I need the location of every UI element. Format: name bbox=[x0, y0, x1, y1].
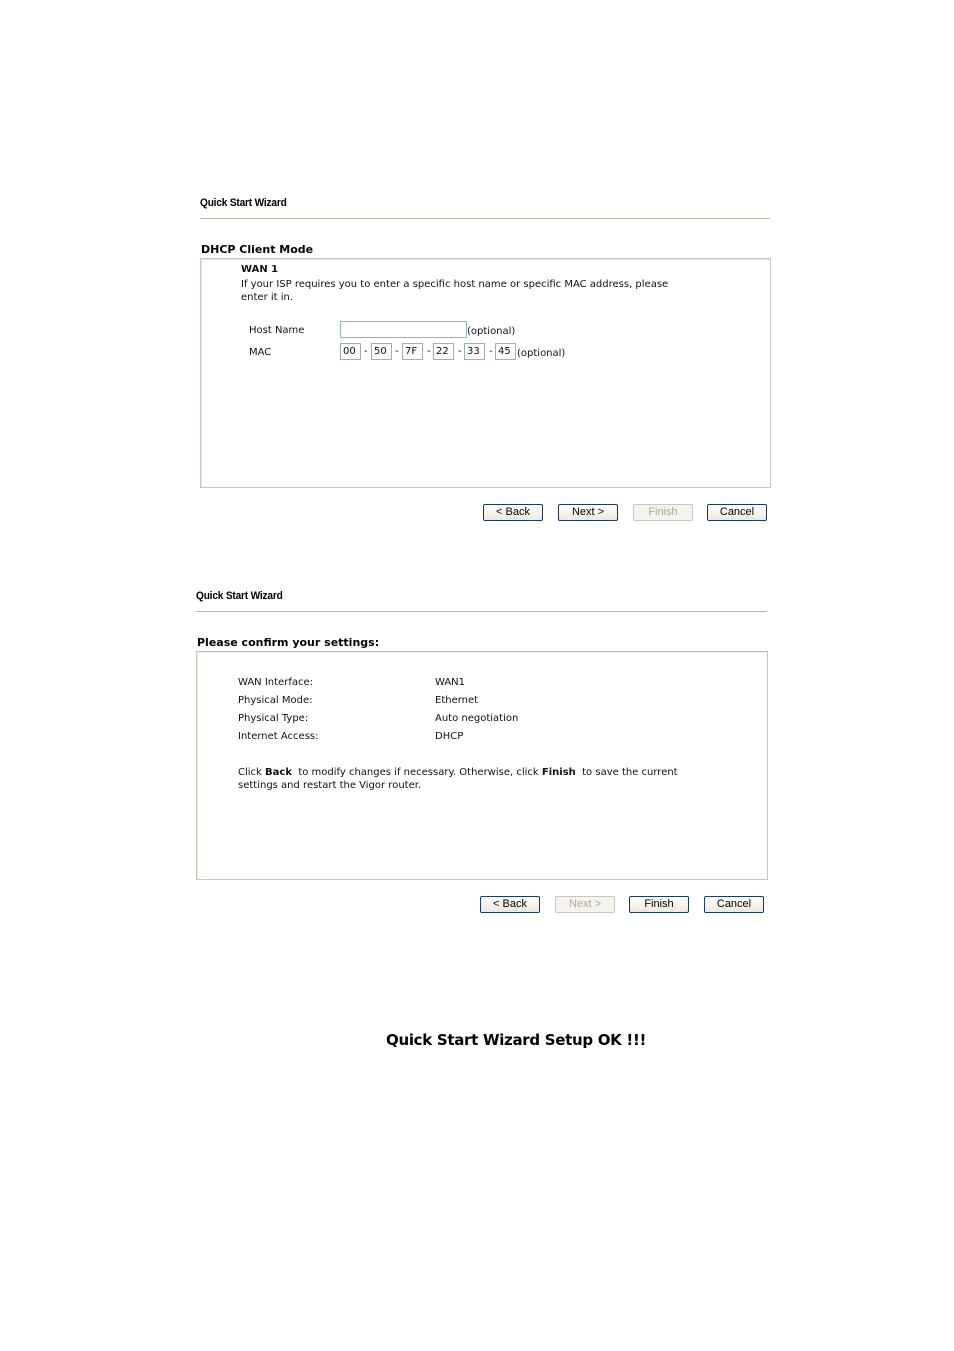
finish-button: Finish bbox=[633, 504, 693, 521]
mac-octet-6-input[interactable] bbox=[495, 343, 516, 360]
next-button[interactable]: Next > bbox=[558, 504, 618, 521]
note-text: to modify changes if necessary. Otherwis… bbox=[291, 767, 542, 778]
mac-octet-1-input[interactable] bbox=[340, 343, 361, 360]
wizard-title: Quick Start Wizard bbox=[196, 590, 283, 602]
setting-label-physical-type: Physical Type: bbox=[238, 713, 309, 724]
next-button: Next > bbox=[555, 896, 615, 913]
mac-separator: - bbox=[458, 346, 462, 357]
description-line-2: enter it in. bbox=[241, 292, 294, 303]
wizard-title: Quick Start Wizard bbox=[200, 197, 287, 209]
note-finish-keyword: Finish bbox=[541, 767, 576, 778]
host-name-label: Host Name bbox=[249, 325, 305, 336]
section-title: DHCP Client Mode bbox=[201, 243, 314, 256]
host-name-optional: (optional) bbox=[467, 326, 516, 337]
mac-octet-5-input[interactable] bbox=[464, 343, 485, 360]
title-divider bbox=[196, 611, 767, 612]
section-title: Please confirm your settings: bbox=[197, 636, 380, 649]
cancel-button[interactable]: Cancel bbox=[707, 504, 767, 521]
success-message: Quick Start Wizard Setup OK !!! bbox=[386, 1031, 647, 1049]
mac-separator: - bbox=[364, 346, 368, 357]
setting-value-wan-interface: WAN1 bbox=[435, 677, 466, 688]
host-name-input[interactable] bbox=[340, 321, 467, 338]
setting-value-internet-access: DHCP bbox=[435, 731, 464, 742]
mac-separator: - bbox=[489, 346, 493, 357]
cancel-button[interactable]: Cancel bbox=[704, 896, 764, 913]
back-button[interactable]: < Back bbox=[480, 896, 540, 913]
note-text: Click bbox=[238, 767, 266, 778]
note-text: to save the current bbox=[575, 767, 678, 778]
setting-value-physical-mode: Ethernet bbox=[435, 695, 479, 706]
setting-label-physical-mode: Physical Mode: bbox=[238, 695, 313, 706]
mac-label: MAC bbox=[249, 347, 272, 358]
setting-label-wan-interface: WAN Interface: bbox=[238, 677, 313, 688]
finish-button[interactable]: Finish bbox=[629, 896, 689, 913]
back-button[interactable]: < Back bbox=[483, 504, 543, 521]
confirm-note-line-1: Click Back to modify changes if necessar… bbox=[238, 766, 678, 779]
note-back-keyword: Back bbox=[265, 767, 292, 778]
title-divider bbox=[200, 218, 770, 219]
setting-label-internet-access: Internet Access: bbox=[238, 731, 319, 742]
confirm-note-line-2: settings and restart the Vigor router. bbox=[238, 780, 422, 791]
wan-label: WAN 1 bbox=[241, 264, 279, 275]
mac-separator: - bbox=[427, 346, 431, 357]
description-line-1: If your ISP requires you to enter a spec… bbox=[241, 279, 669, 290]
setting-value-physical-type: Auto negotiation bbox=[435, 713, 519, 724]
mac-octet-3-input[interactable] bbox=[402, 343, 423, 360]
mac-optional: (optional) bbox=[517, 348, 566, 359]
mac-separator: - bbox=[395, 346, 399, 357]
mac-octet-2-input[interactable] bbox=[371, 343, 392, 360]
mac-octet-4-input[interactable] bbox=[433, 343, 454, 360]
